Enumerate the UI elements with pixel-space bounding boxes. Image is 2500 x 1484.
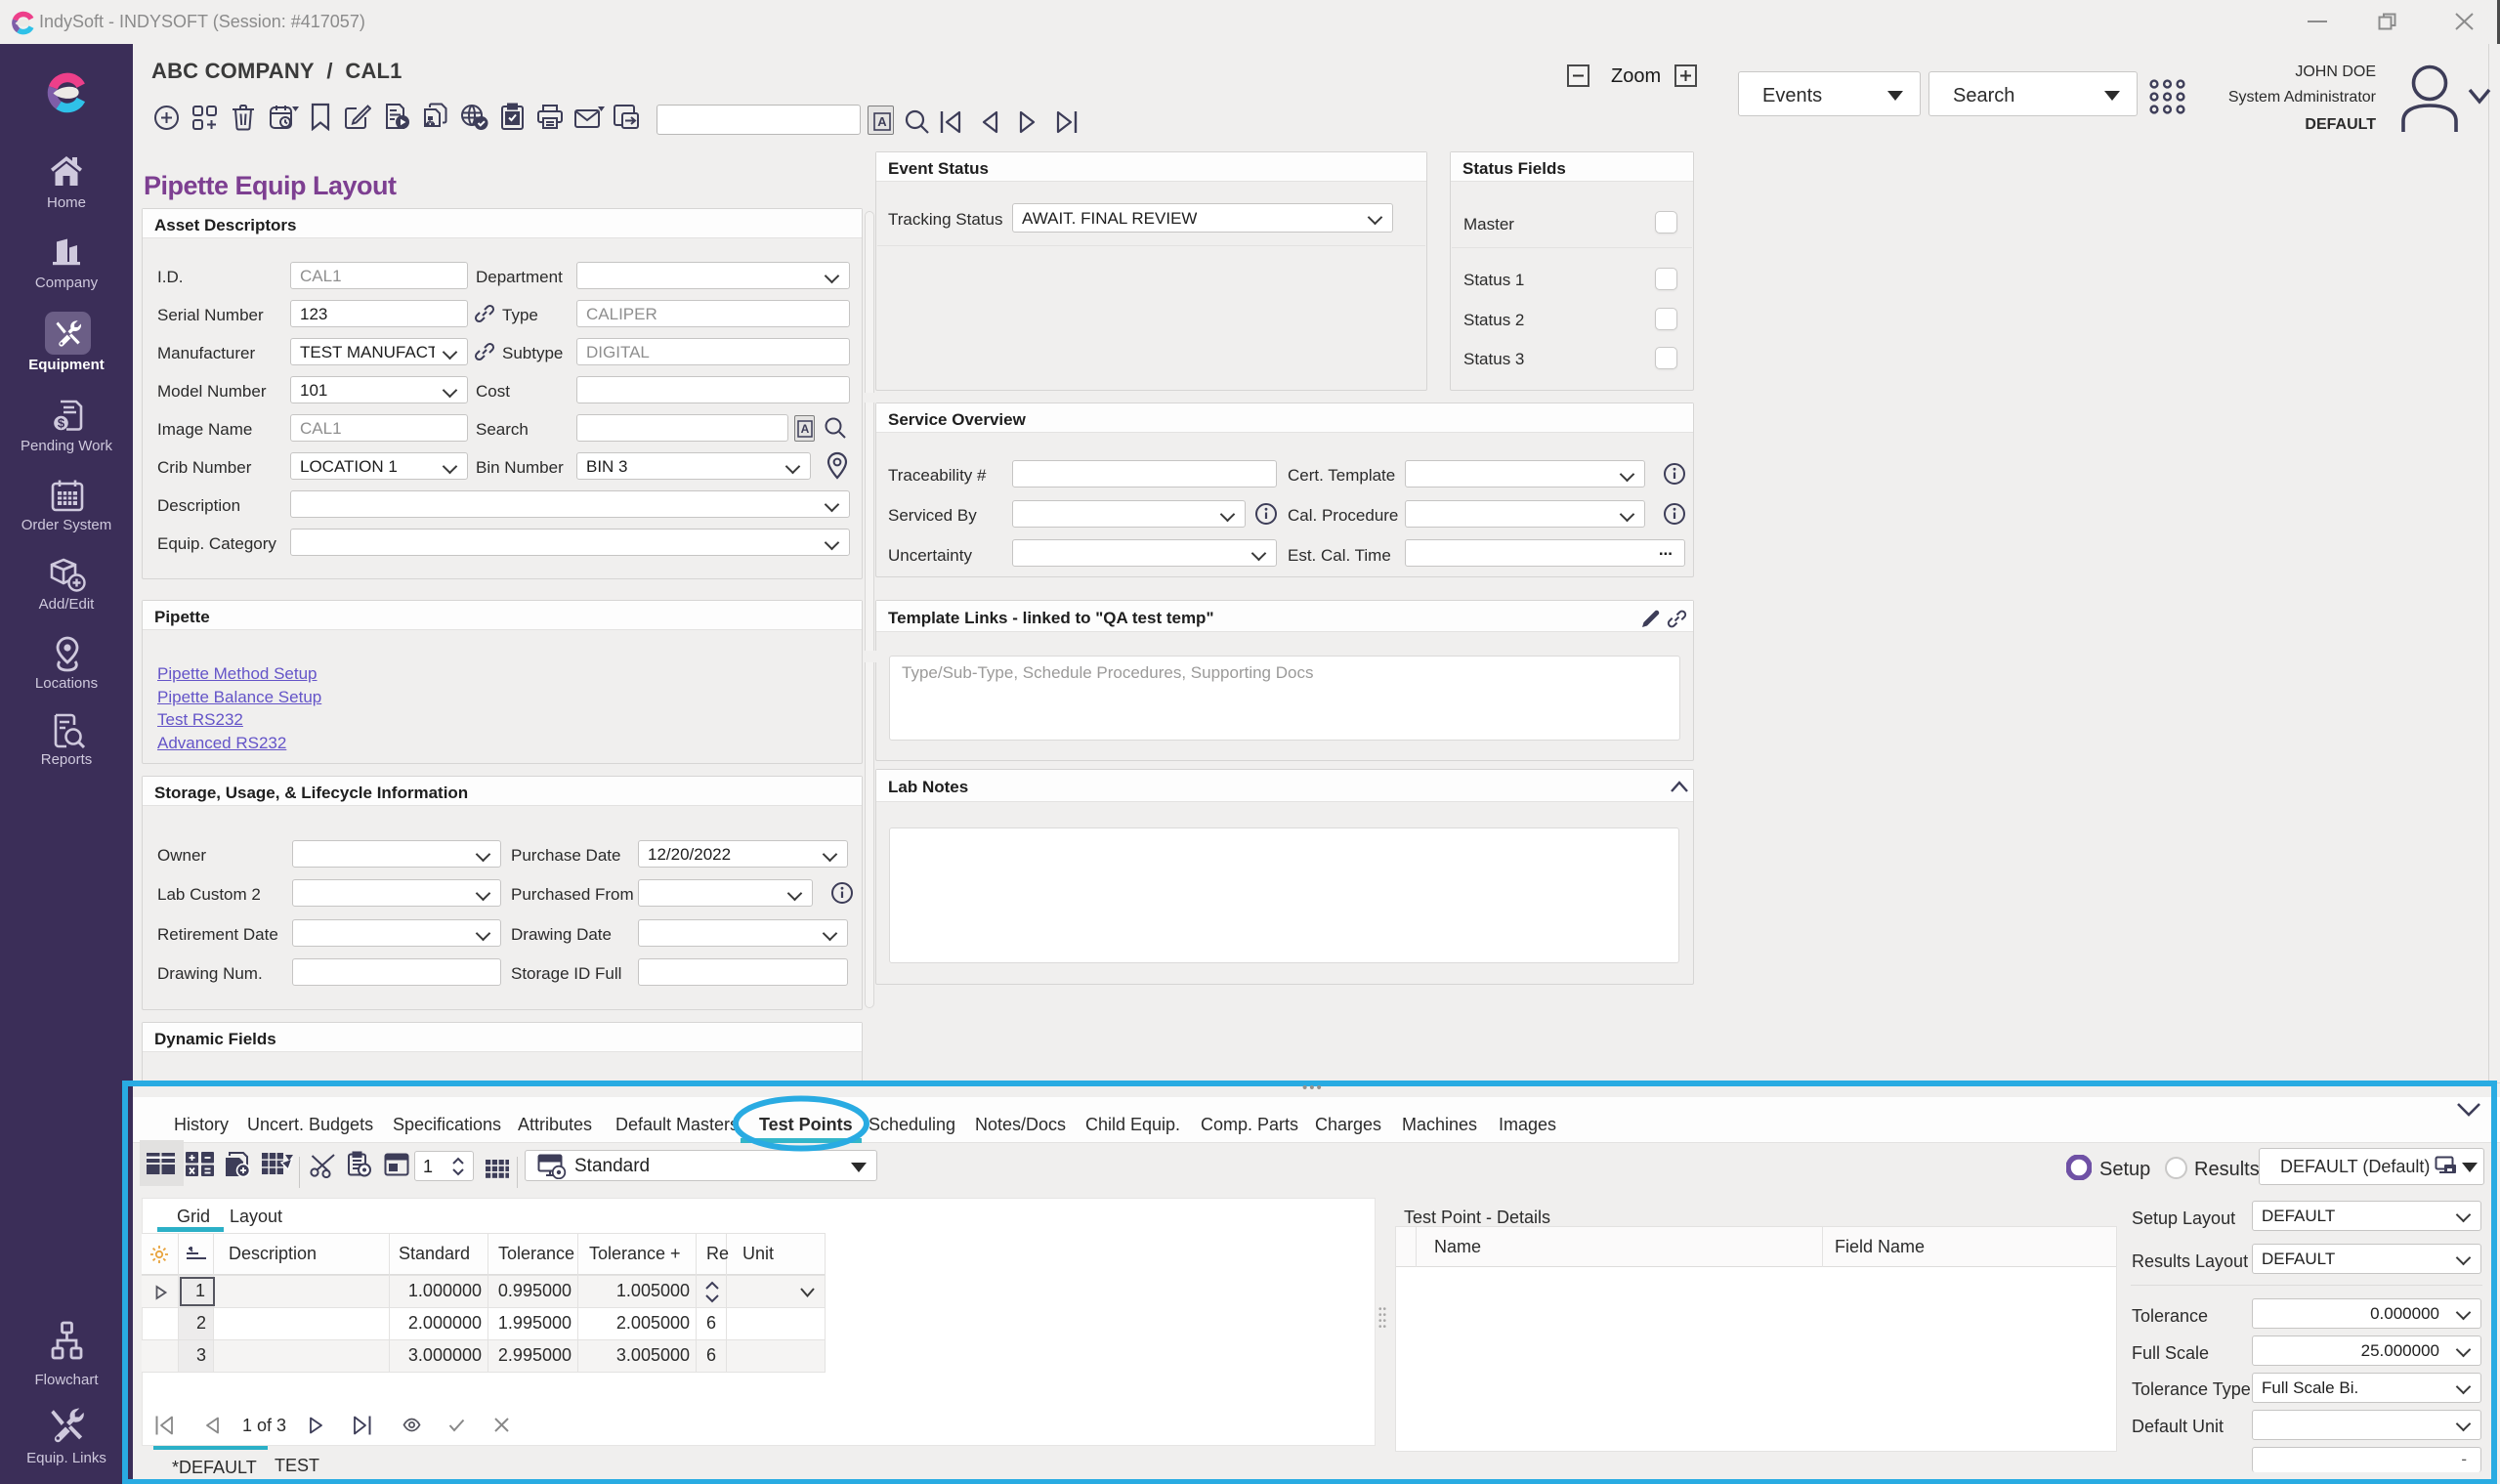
svg-text:A: A xyxy=(877,114,887,129)
svg-text:A: A xyxy=(801,422,810,436)
svg-text:$: $ xyxy=(58,416,65,431)
